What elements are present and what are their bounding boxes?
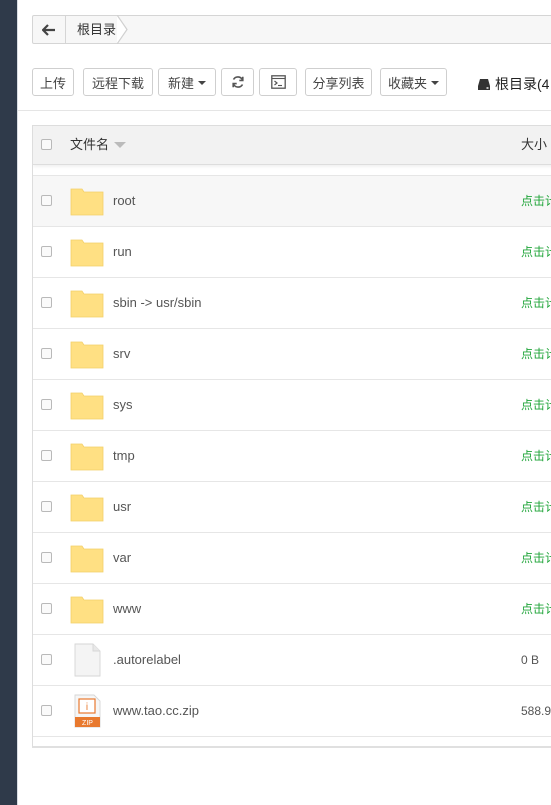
- file-size[interactable]: 点击计: [521, 584, 551, 634]
- folder-icon: [70, 239, 104, 267]
- folder-icon: [70, 596, 104, 624]
- row-checkbox[interactable]: [41, 501, 52, 512]
- share-list-button[interactable]: 分享列表: [305, 68, 372, 96]
- favorites-dropdown-button[interactable]: 收藏夹: [380, 68, 447, 96]
- file-size: 0 B: [521, 653, 540, 667]
- row-checkbox[interactable]: [41, 399, 52, 410]
- table-row[interactable]: usr 点击计: [33, 482, 551, 533]
- file-name[interactable]: var: [113, 533, 131, 583]
- table-row[interactable]: sys 点击计: [33, 380, 551, 431]
- row-checkbox[interactable]: [41, 195, 52, 206]
- breadcrumb-root[interactable]: 根目录: [77, 16, 116, 43]
- hard-drive-icon: [478, 78, 490, 90]
- select-all-checkbox[interactable]: [41, 139, 52, 150]
- terminal-icon: [270, 75, 286, 89]
- table-header: 文件名 大小: [33, 125, 551, 165]
- file-size[interactable]: 点击计: [521, 278, 551, 328]
- sort-desc-icon: [114, 142, 127, 148]
- toolbar: 上传 远程下载 新建 分享列表 收藏夹 根目录(4: [18, 56, 551, 111]
- svg-text:ZIP: ZIP: [82, 720, 93, 727]
- file-size[interactable]: 点击计: [521, 227, 551, 277]
- chevron-down-icon: [198, 81, 206, 85]
- folder-icon: [70, 545, 104, 573]
- table-row[interactable]: www 点击计: [33, 584, 551, 635]
- left-sidebar-rail: [0, 0, 19, 805]
- row-checkbox[interactable]: [41, 603, 52, 614]
- file-manager: 根目录 上传 远程下载 新建 分享列表 收藏夹 根目录(4 文件名 大小 roo…: [18, 0, 551, 805]
- favorites-label: 收藏夹: [387, 75, 427, 91]
- file-icon: [74, 643, 101, 677]
- disk-label: 根目录(4: [495, 76, 550, 92]
- file-name[interactable]: srv: [113, 329, 130, 379]
- zip-file-icon: i ZIP: [74, 694, 101, 728]
- new-dropdown-button[interactable]: 新建: [158, 68, 216, 96]
- file-size: 588.9: [521, 704, 551, 718]
- column-name-label: 文件名: [70, 137, 110, 152]
- folder-icon: [70, 290, 104, 318]
- remote-download-button[interactable]: 远程下载: [83, 68, 153, 96]
- refresh-icon: [231, 76, 244, 88]
- row-checkbox[interactable]: [41, 450, 52, 461]
- remote-download-label: 远程下载: [91, 75, 144, 91]
- svg-text:i: i: [86, 702, 88, 713]
- file-name[interactable]: root: [113, 176, 135, 226]
- row-checkbox[interactable]: [41, 246, 52, 257]
- file-name[interactable]: sbin -> usr/sbin: [113, 278, 202, 328]
- arrow-left-icon: [42, 23, 55, 36]
- file-name[interactable]: www.tao.cc.zip: [113, 686, 199, 736]
- file-size[interactable]: 点击计: [521, 329, 551, 379]
- chevron-down-icon: [431, 81, 439, 85]
- terminal-button[interactable]: [259, 68, 297, 96]
- new-button-label: 新建: [167, 75, 194, 91]
- file-size[interactable]: 点击计: [521, 482, 551, 532]
- folder-icon: [70, 443, 104, 471]
- disk-selector[interactable]: 根目录(4: [477, 74, 549, 94]
- file-table: 文件名 大小 root 点击计: [32, 125, 551, 748]
- file-size[interactable]: 点击计: [521, 431, 551, 481]
- table-row[interactable]: tmp 点击计: [33, 431, 551, 482]
- folder-icon: [70, 494, 104, 522]
- row-checkbox[interactable]: [41, 348, 52, 359]
- refresh-button[interactable]: [221, 68, 254, 96]
- row-checkbox[interactable]: [41, 552, 52, 563]
- file-name[interactable]: run: [113, 227, 132, 277]
- table-row[interactable]: var 点击计: [33, 533, 551, 584]
- table-row[interactable]: run 点击计: [33, 227, 551, 278]
- folder-icon: [70, 341, 104, 369]
- table-row[interactable]: srv 点击计: [33, 329, 551, 380]
- file-name[interactable]: sys: [113, 380, 133, 430]
- column-header-size[interactable]: 大小: [521, 126, 547, 164]
- back-button[interactable]: [33, 16, 66, 43]
- table-row[interactable]: .autorelabel 0 B: [33, 635, 551, 686]
- upload-button[interactable]: 上传: [32, 68, 74, 96]
- table-row[interactable]: i ZIP www.tao.cc.zip 588.9: [33, 686, 551, 737]
- breadcrumb-separator: [117, 15, 128, 44]
- file-name[interactable]: tmp: [113, 431, 135, 481]
- column-header-name[interactable]: 文件名: [70, 126, 127, 164]
- folder-icon: [70, 188, 104, 216]
- share-list-label: 分享列表: [312, 75, 365, 91]
- breadcrumb: 根目录: [32, 15, 551, 44]
- file-name[interactable]: www: [113, 584, 141, 634]
- upload-button-label: 上传: [39, 75, 66, 91]
- row-checkbox[interactable]: [41, 297, 52, 308]
- table-row[interactable]: sbin -> usr/sbin 点击计: [33, 278, 551, 329]
- row-checkbox[interactable]: [41, 705, 52, 716]
- file-size[interactable]: 点击计: [521, 176, 551, 226]
- row-checkbox[interactable]: [41, 654, 52, 665]
- file-name[interactable]: usr: [113, 482, 131, 532]
- file-size[interactable]: 点击计: [521, 380, 551, 430]
- folder-icon: [70, 392, 104, 420]
- file-size[interactable]: 点击计: [521, 533, 551, 583]
- file-name[interactable]: .autorelabel: [113, 635, 181, 685]
- table-row[interactable]: root 点击计: [33, 176, 551, 227]
